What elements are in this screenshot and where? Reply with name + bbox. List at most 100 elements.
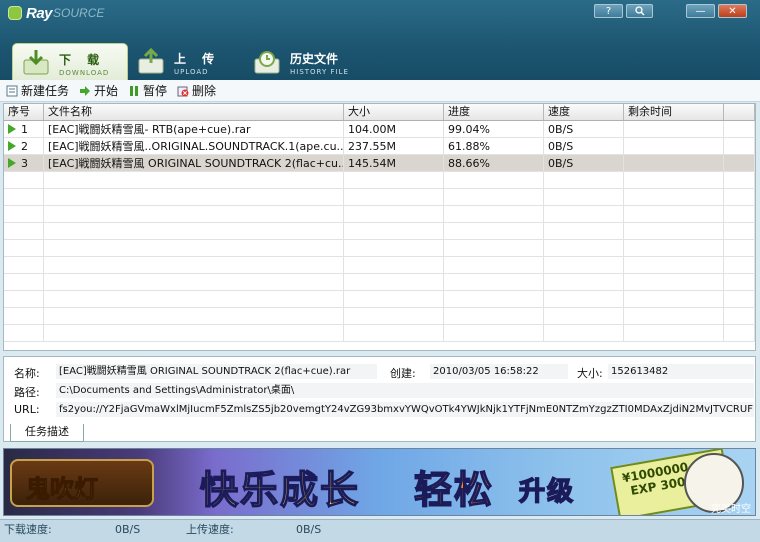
- download-speed-label: 下载速度:: [4, 523, 52, 536]
- banner-headline: 快乐成长: [199, 467, 361, 513]
- arrow-right-icon: [8, 124, 16, 134]
- toolbar: 新建任务 开始 暂停 删除: [0, 80, 760, 102]
- banner-headline-3: 升级: [518, 476, 576, 508]
- game-logo: 鬼吹灯: [10, 459, 154, 507]
- download-icon: [23, 50, 49, 75]
- ad-banner[interactable]: 鬼吹灯 快乐成长 轻松 升级 ¥1000000 EXP 300000 完美时空: [3, 448, 756, 516]
- tab-download[interactable]: 下 载 DOWNLOAD: [12, 43, 128, 80]
- help-button[interactable]: ?: [594, 4, 623, 18]
- arrow-right-icon: [8, 158, 16, 168]
- col-index-header[interactable]: 序号: [4, 104, 44, 120]
- upload-speed-value: 0B/S: [296, 523, 322, 536]
- history-file-icon: [254, 51, 280, 74]
- tab-upload[interactable]: 上 传 UPLOAD: [128, 43, 244, 80]
- table-row[interactable]: 1 [EAC]戦闘妖精雪風- RTB(ape+cue).rar 104.00M …: [4, 121, 755, 138]
- row-progress: 88.66%: [444, 155, 544, 171]
- empty-row: [4, 172, 755, 189]
- url-value: fs2you://Y2FjaGVmaWxlMjIucmF5ZmlsZS5jb20…: [56, 402, 754, 417]
- task-details: 名称: [EAC]戦闘妖精雪風 ORIGINAL SOUNDTRACK 2(fl…: [3, 356, 756, 442]
- close-button[interactable]: ✕: [718, 4, 747, 18]
- row-size: 145.54M: [344, 155, 444, 171]
- play-icon: [80, 85, 91, 96]
- row-size: 237.55M: [344, 138, 444, 154]
- row-index: 3: [4, 155, 44, 171]
- empty-row: [4, 223, 755, 240]
- col-filler-header: [724, 104, 755, 120]
- row-speed: 0B/S: [544, 155, 624, 171]
- tab-upload-sub: UPLOAD: [174, 68, 209, 76]
- empty-row: [4, 189, 755, 206]
- arrow-right-icon: [8, 141, 16, 151]
- start-button[interactable]: 开始: [79, 82, 118, 99]
- task-list-header: 序号 文件名称 大小 进度 速度 剩余时间: [4, 104, 755, 121]
- tab-download-sub: DOWNLOAD: [59, 69, 110, 77]
- path-value: C:\Documents and Settings\Administrator\…: [56, 383, 754, 398]
- created-label: 创建:: [390, 367, 416, 380]
- tab-history-label: 历史文件: [290, 52, 339, 66]
- col-remaining-header[interactable]: 剩余时间: [624, 104, 724, 120]
- task-list: 序号 文件名称 大小 进度 速度 剩余时间 1 [EAC]戦闘妖精雪風- RTB…: [3, 103, 756, 351]
- empty-row: [4, 206, 755, 223]
- new-task-icon: [6, 85, 18, 96]
- row-remaining: [624, 121, 724, 137]
- row-remaining: [624, 138, 724, 154]
- upload-speed-label: 上传速度:: [186, 523, 234, 536]
- new-task-label: 新建任务: [21, 84, 70, 98]
- row-name: [EAC]戦闘妖精雪風 ORIGINAL SOUNDTRACK 2(flac+c…: [44, 155, 344, 171]
- row-progress: 61.88%: [444, 138, 544, 154]
- name-label: 名称:: [14, 367, 40, 380]
- banner-watermark: 完美时空: [711, 504, 751, 515]
- empty-row: [4, 240, 755, 257]
- app-logo: Ray SOURCE: [8, 4, 104, 22]
- row-name: [EAC]戦闘妖精雪風- RTB(ape+cue).rar: [44, 121, 344, 137]
- title-bar: Ray SOURCE ? — ✕ 下 载 DOWNLOAD 上 传 UPLOAD…: [0, 0, 760, 80]
- empty-row: [4, 274, 755, 291]
- delete-icon: [177, 86, 189, 96]
- pause-icon: [130, 85, 139, 96]
- row-index: 1: [4, 121, 44, 137]
- table-row[interactable]: 2 [EAC]戦闘妖精雪風..ORIGINAL.SOUNDTRACK.1(ape…: [4, 138, 755, 155]
- col-name-header[interactable]: 文件名称: [44, 104, 344, 120]
- row-name: [EAC]戦闘妖精雪風..ORIGINAL.SOUNDTRACK.1(ape.c…: [44, 138, 344, 154]
- col-size-header[interactable]: 大小: [344, 104, 444, 120]
- app-name-suffix: SOURCE: [53, 6, 105, 20]
- minimize-button[interactable]: —: [686, 4, 715, 18]
- tab-download-label: 下 载: [59, 53, 106, 67]
- download-speed-value: 0B/S: [115, 523, 141, 536]
- status-bar: 下载速度: 0B/S 上传速度: 0B/S: [0, 519, 760, 542]
- upload-icon: [138, 47, 164, 74]
- size-label: 大小:: [577, 367, 603, 380]
- pause-label: 暂停: [143, 84, 168, 98]
- row-remaining: [624, 155, 724, 171]
- new-task-button[interactable]: 新建任务: [6, 82, 69, 99]
- path-label: 路径:: [14, 386, 40, 399]
- empty-row: [4, 291, 755, 308]
- col-progress-header[interactable]: 进度: [444, 104, 544, 120]
- row-speed: 0B/S: [544, 121, 624, 137]
- tab-history-sub: HISTORY FILE: [290, 68, 349, 76]
- row-progress: 99.04%: [444, 121, 544, 137]
- url-label: URL:: [14, 403, 40, 416]
- delete-button[interactable]: 删除: [177, 82, 216, 99]
- search-icon: [634, 6, 645, 16]
- tab-upload-label: 上 传: [174, 52, 221, 66]
- row-speed: 0B/S: [544, 138, 624, 154]
- empty-row: [4, 325, 755, 342]
- row-size: 104.00M: [344, 121, 444, 137]
- col-speed-header[interactable]: 速度: [544, 104, 624, 120]
- created-value: 2010/03/05 16:58:22: [430, 364, 568, 379]
- start-label: 开始: [94, 84, 119, 98]
- name-value: [EAC]戦闘妖精雪風 ORIGINAL SOUNDTRACK 2(flac+c…: [56, 364, 377, 379]
- row-index: 2: [4, 138, 44, 154]
- banner-headline-2: 轻松: [413, 467, 495, 513]
- search-button[interactable]: [626, 4, 653, 18]
- logo-icon: [8, 6, 22, 20]
- tab-history[interactable]: 历史文件 HISTORY FILE: [244, 43, 384, 80]
- app-name: Ray: [26, 4, 53, 22]
- empty-rows: [4, 172, 755, 342]
- size-value: 152613482: [608, 364, 754, 379]
- pause-button[interactable]: 暂停: [128, 82, 167, 99]
- empty-row: [4, 308, 755, 325]
- tab-task-description[interactable]: 任务描述: [10, 424, 84, 442]
- table-row-selected[interactable]: 3 [EAC]戦闘妖精雪風 ORIGINAL SOUNDTRACK 2(flac…: [4, 155, 755, 172]
